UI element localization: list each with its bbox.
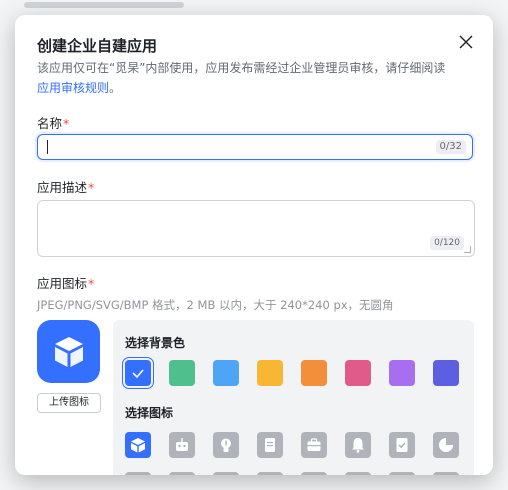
cube-icon [131, 438, 145, 453]
icon-option[interactable] [257, 432, 283, 458]
icon-label-text: 应用图标 [37, 276, 88, 291]
icon-style-picker: 选择背景色 选择图标 [113, 320, 474, 475]
review-rules-link[interactable]: 应用审核规则 [37, 81, 109, 95]
background-swatch[interactable] [257, 360, 283, 386]
checklist-icon [396, 438, 408, 452]
background-swatch[interactable] [169, 360, 195, 386]
close-icon[interactable] [457, 33, 475, 51]
name-label: 名称* [37, 113, 69, 132]
background-text [24, 2, 184, 8]
icon-choice-label: 选择图标 [125, 406, 174, 420]
create-app-dialog: 创建企业自建应用 该应用仅可在“觅杲”内部使用，应用发布需经过企业管理员审核，请… [15, 15, 493, 475]
icon-option[interactable] [345, 472, 371, 475]
required-mark: * [63, 116, 70, 131]
icon-option[interactable] [301, 432, 327, 458]
background-swatch[interactable] [213, 360, 239, 386]
icon-option[interactable] [301, 472, 327, 475]
pie-chart-icon [439, 438, 453, 452]
dialog-title: 创建企业自建应用 [37, 37, 158, 55]
background-swatch[interactable] [389, 360, 415, 386]
app-icon-preview [37, 320, 100, 383]
description-char-counter: 0/120 [430, 236, 464, 250]
icon-option[interactable] [345, 432, 371, 458]
background-swatch[interactable] [345, 360, 371, 386]
briefcase-icon [307, 438, 321, 451]
icon-format-hint: JPEG/PNG/SVG/BMP 格式，2 MB 以内，大于 240*240 p… [37, 298, 394, 312]
document-icon [265, 438, 275, 452]
icon-option[interactable] [257, 472, 283, 475]
name-input[interactable]: 0/32 [37, 134, 473, 160]
icon-option[interactable] [213, 472, 239, 475]
icon-option[interactable] [433, 472, 459, 475]
icon-option[interactable] [433, 432, 459, 458]
icon-label: 应用图标* [37, 273, 94, 292]
cube-icon [54, 336, 83, 367]
required-mark: * [88, 180, 95, 195]
icon-option[interactable] [125, 432, 151, 458]
icon-option[interactable] [125, 472, 151, 475]
description-end: 。 [109, 81, 122, 95]
icon-option[interactable] [169, 432, 195, 458]
background-swatch[interactable] [301, 360, 327, 386]
bell-icon [352, 438, 364, 453]
text-caret [47, 140, 48, 154]
description-label-text: 应用描述 [37, 180, 88, 195]
resize-handle-icon[interactable] [464, 246, 471, 253]
dialog-description: 该应用仅可在“觅杲”内部使用，应用发布需经过企业管理员审核，请仔细阅读 应用审核… [37, 58, 457, 98]
required-mark: * [88, 276, 95, 291]
description-textarea[interactable]: 0/120 [37, 200, 475, 257]
description-label: 应用描述* [37, 177, 94, 196]
icon-option[interactable] [169, 472, 195, 475]
icon-option[interactable] [389, 432, 415, 458]
icon-option[interactable] [213, 432, 239, 458]
background-swatch[interactable] [433, 360, 459, 386]
background-swatch[interactable] [122, 357, 154, 389]
check-icon [132, 369, 144, 379]
name-label-text: 名称 [37, 116, 63, 131]
name-char-counter: 0/32 [435, 140, 466, 154]
icon-option[interactable] [389, 472, 415, 475]
lightbulb-icon [221, 438, 231, 452]
background-color-label: 选择背景色 [125, 336, 186, 350]
robot-icon [176, 438, 188, 451]
upload-icon-button[interactable]: 上传图标 [37, 393, 101, 413]
description-text: 该应用仅可在“觅杲”内部使用，应用发布需经过企业管理员审核，请仔细阅读 [37, 61, 446, 75]
